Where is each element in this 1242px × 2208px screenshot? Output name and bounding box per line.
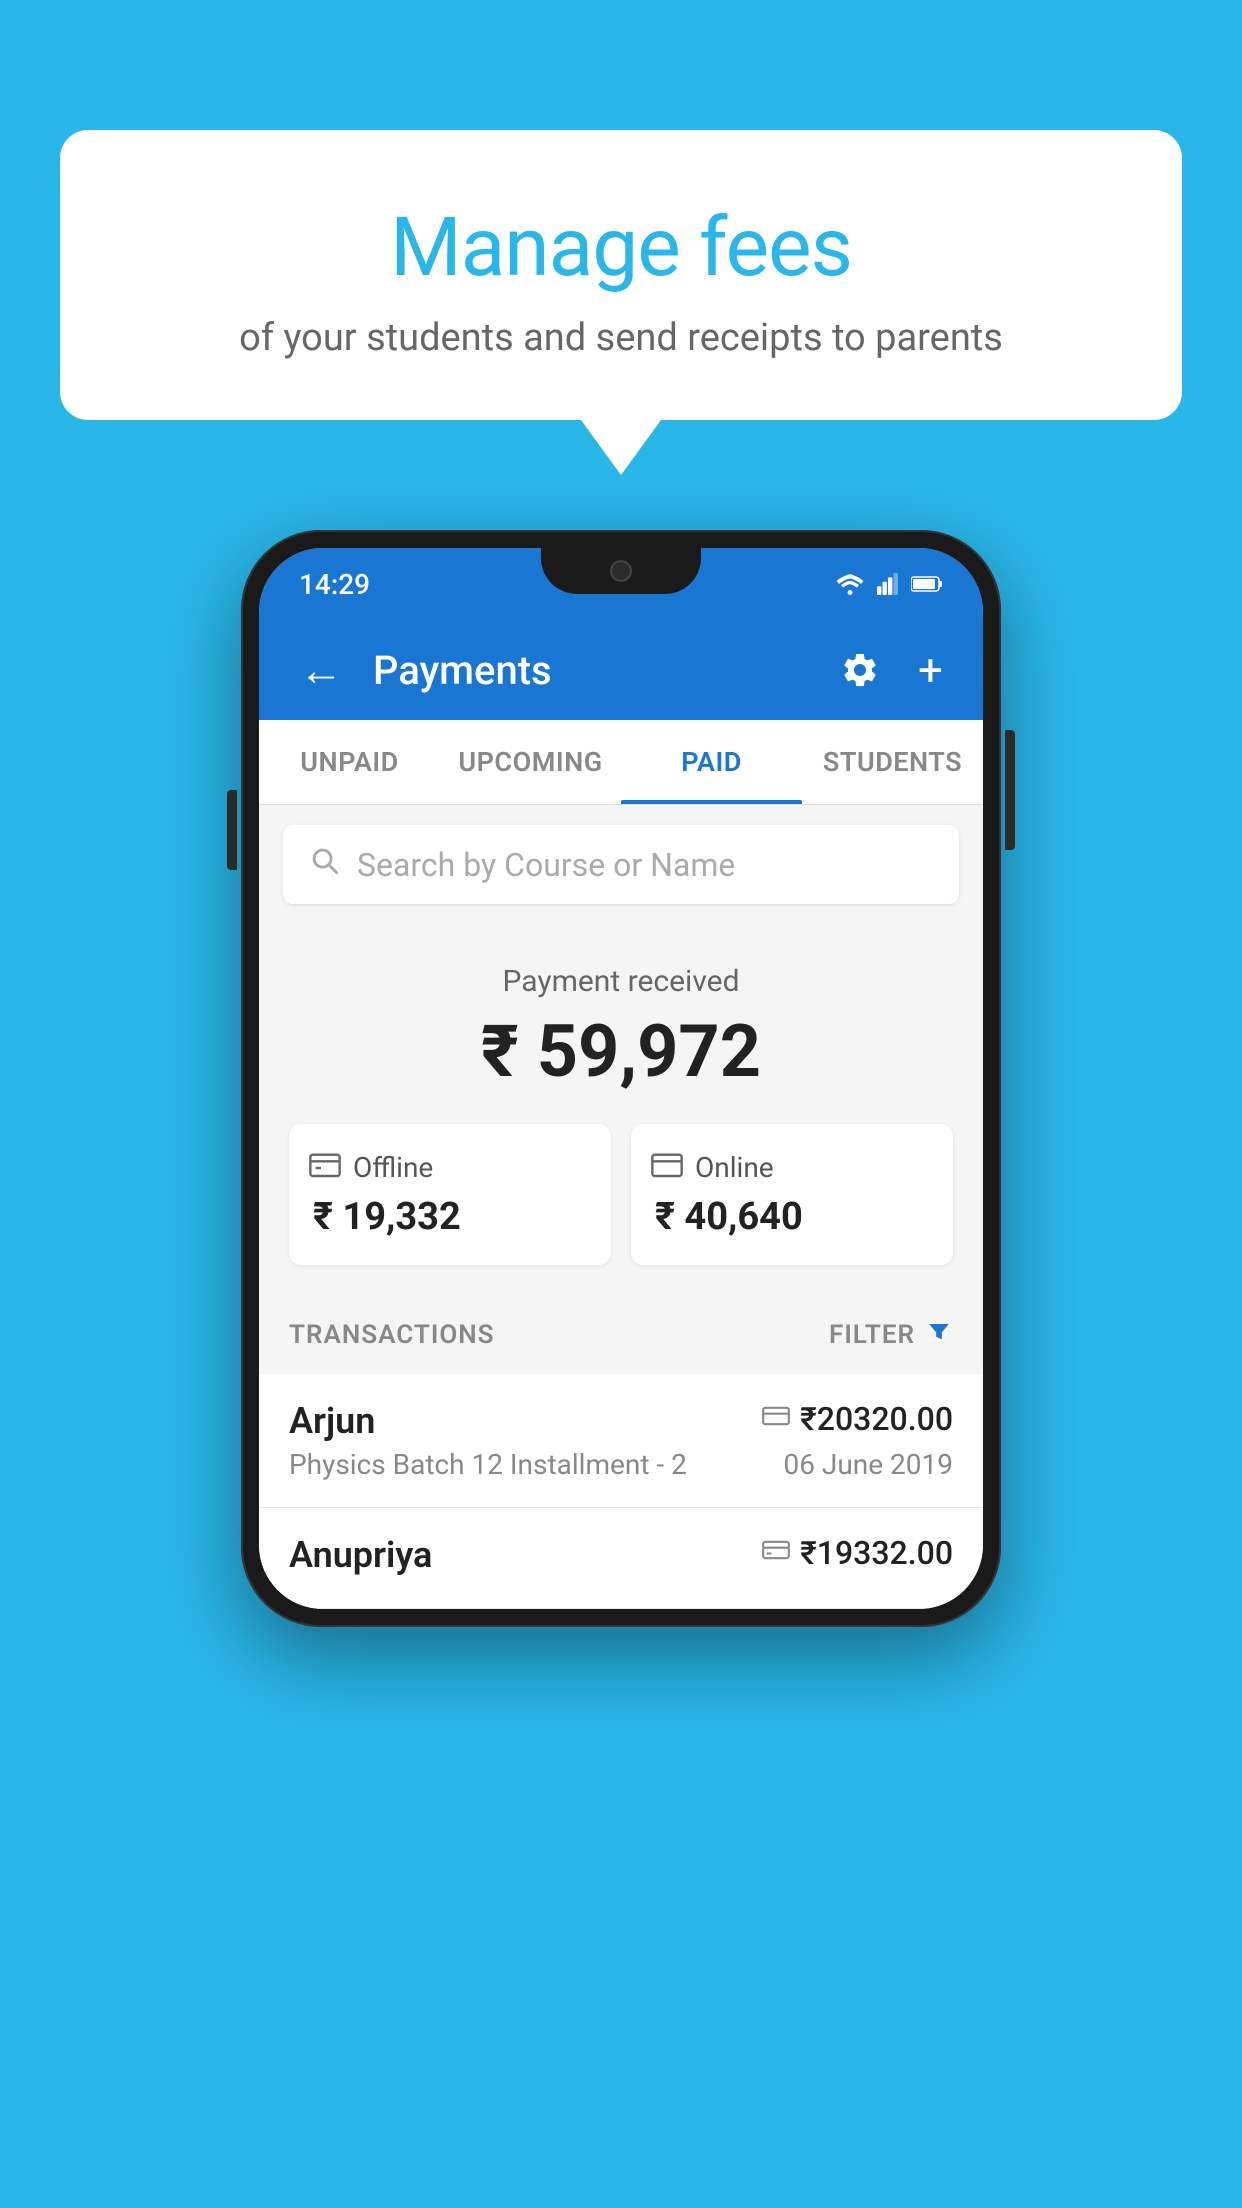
- gear-icon: [840, 650, 880, 690]
- settings-button[interactable]: [832, 642, 888, 698]
- hero-subtitle: of your students and send receipts to pa…: [120, 316, 1122, 360]
- payment-received-label: Payment received: [289, 964, 953, 999]
- payment-cards: Offline ₹ 19,332: [289, 1124, 953, 1265]
- wifi-icon: [835, 573, 865, 595]
- filter-icon: [925, 1317, 953, 1352]
- transactions-label: TRANSACTIONS: [289, 1320, 495, 1350]
- signal-icon: [875, 573, 901, 595]
- transaction-name: Anupriya: [289, 1534, 432, 1576]
- online-amount: ₹ 40,640: [651, 1195, 933, 1239]
- tab-paid[interactable]: PAID: [621, 720, 802, 804]
- speech-bubble-wrapper: Manage fees of your students and send re…: [60, 130, 1182, 475]
- online-card-icon: [762, 1404, 790, 1434]
- phone-wrapper: 14:29: [241, 530, 1001, 1627]
- battery-icon: [911, 575, 943, 593]
- table-row[interactable]: Arjun ₹20320.00 Physics: [259, 1374, 983, 1508]
- offline-icon: [309, 1150, 341, 1185]
- offline-amount: ₹ 19,332: [309, 1195, 591, 1239]
- transaction-date: 06 June 2019: [783, 1448, 953, 1481]
- transaction-name: Arjun: [289, 1400, 375, 1442]
- filter-label: FILTER: [829, 1320, 915, 1350]
- transaction-amount-wrapper: ₹20320.00: [762, 1400, 953, 1438]
- table-row[interactable]: Anupriya ₹19332.00: [259, 1508, 983, 1609]
- transactions-header: TRANSACTIONS FILTER: [259, 1295, 983, 1374]
- search-container: Search by Course or Name: [259, 805, 983, 924]
- payment-received-total: ₹ 59,972: [289, 1009, 953, 1094]
- phone-screen: 14:29: [259, 548, 983, 1609]
- hero-title: Manage fees: [120, 200, 1122, 296]
- status-icons: [835, 573, 943, 595]
- speech-bubble-arrow: [581, 420, 661, 475]
- online-label: Online: [695, 1151, 774, 1184]
- transaction-amount-wrapper: ₹19332.00: [762, 1534, 953, 1572]
- phone-outer: 14:29: [241, 530, 1001, 1627]
- add-button[interactable]: +: [908, 634, 953, 706]
- online-payment-card: Online ₹ 40,640: [631, 1124, 953, 1265]
- camera: [610, 560, 632, 582]
- filter-button[interactable]: FILTER: [829, 1317, 953, 1352]
- transaction-amount: ₹20320.00: [800, 1400, 953, 1438]
- status-time: 14:29: [299, 568, 370, 601]
- offline-label: Offline: [353, 1151, 433, 1184]
- transaction-list: Arjun ₹20320.00 Physics: [259, 1374, 983, 1609]
- offline-payment-card: Offline ₹ 19,332: [289, 1124, 611, 1265]
- tabs-bar: UNPAID UPCOMING PAID STUDENTS: [259, 720, 983, 805]
- offline-card-icon: [762, 1538, 790, 1568]
- tab-students[interactable]: STUDENTS: [802, 720, 983, 804]
- app-bar-title: Payments: [373, 647, 812, 694]
- tab-unpaid[interactable]: UNPAID: [259, 720, 440, 804]
- search-placeholder: Search by Course or Name: [357, 846, 735, 884]
- search-icon: [307, 843, 341, 886]
- app-bar: ← Payments +: [259, 620, 983, 720]
- search-bar[interactable]: Search by Course or Name: [283, 825, 959, 904]
- transaction-course: Physics Batch 12 Installment - 2: [289, 1448, 687, 1481]
- payment-received-section: Payment received ₹ 59,972: [259, 924, 983, 1295]
- speech-bubble: Manage fees of your students and send re…: [60, 130, 1182, 420]
- transaction-amount: ₹19332.00: [800, 1534, 953, 1572]
- notch: [541, 548, 701, 594]
- online-icon: [651, 1150, 683, 1185]
- back-button[interactable]: ←: [289, 634, 353, 706]
- tab-upcoming[interactable]: UPCOMING: [440, 720, 621, 804]
